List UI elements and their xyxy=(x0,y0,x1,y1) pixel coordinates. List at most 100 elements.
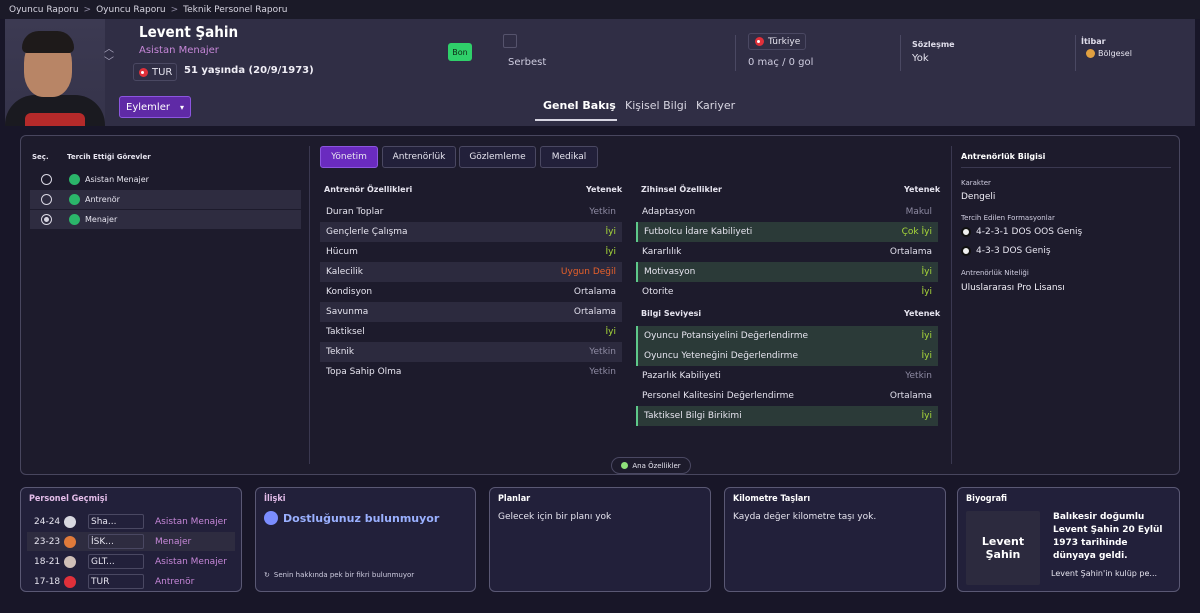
role-icon xyxy=(69,214,80,225)
radio-button[interactable] xyxy=(41,194,52,205)
attribute-row[interactable]: Adaptasyon Makul xyxy=(636,202,938,222)
milestones-card[interactable]: Kilometre Taşları Kayda değer kilometre … xyxy=(724,487,946,592)
attribute-row[interactable]: Motivasyon İyi xyxy=(636,262,938,282)
actions-button[interactable]: Eylemler ▾ xyxy=(119,96,191,118)
role-row[interactable]: Menajer xyxy=(30,210,301,229)
attribute-row[interactable]: Personel Kalitesini Değerlendirme Ortalam… xyxy=(636,386,938,406)
nationality-badge[interactable]: TUR xyxy=(133,63,177,81)
attribute-row[interactable]: Oyuncu Yeteneğini Değerlendirme İyi xyxy=(636,346,938,366)
breadcrumb-item[interactable]: Teknik Personel Raporu xyxy=(183,5,287,15)
employment-status: Serbest xyxy=(508,57,547,68)
coaching-info-title: Antrenörlük Bilgisi xyxy=(961,152,1046,161)
attribute-row[interactable]: Hücum İyi xyxy=(320,242,622,262)
attribute-name: Kondisyon xyxy=(326,287,373,297)
football-icon xyxy=(961,227,971,237)
relationship-icon xyxy=(264,511,278,525)
attribute-row[interactable]: Oyuncu Potansiyelini Değerlendirme İyi xyxy=(636,326,938,346)
attribute-value: Çok İyi xyxy=(901,227,932,237)
subtab-coaching[interactable]: Antrenörlük xyxy=(382,146,456,168)
tab-career[interactable]: Kariyer xyxy=(696,99,735,112)
attribute-name: Motivasyon xyxy=(644,267,696,277)
attribute-value: Ortalama xyxy=(573,307,616,317)
relationship-sub-text: Senin hakkında pek bir fikri bulunmuyor xyxy=(273,571,415,579)
formations-label: Tercih Edilen Formasyonlar xyxy=(961,214,1055,222)
attribute-row[interactable]: Kondisyon Ortalama xyxy=(320,282,622,302)
tab-personal-info[interactable]: Kişisel Bilgi xyxy=(625,99,687,112)
breadcrumb-item[interactable]: Oyuncu Raporu xyxy=(96,5,166,15)
breadcrumb-item[interactable]: Oyuncu Raporu xyxy=(9,5,79,15)
attribute-row[interactable]: Savunma Ortalama xyxy=(320,302,622,322)
attribute-row[interactable]: Taktiksel İyi xyxy=(320,322,622,342)
attribute-row[interactable]: Topa Sahip Olma Yetkin xyxy=(320,362,622,382)
role-label: Asistan Menajer xyxy=(85,175,149,184)
attribute-row[interactable]: Kararlılık Ortalama xyxy=(636,242,938,262)
divider xyxy=(735,35,736,71)
biography-snippet: Levent Şahin'in kulüp pe... xyxy=(1051,569,1158,578)
contract-value: Yok xyxy=(912,53,929,64)
history-row[interactable]: 17-18 TUR Antrenör xyxy=(27,572,235,591)
reputation-value: Bölgesel xyxy=(1086,49,1132,58)
role-label: Menajer xyxy=(85,215,118,224)
attribute-value: İyi xyxy=(921,287,932,297)
ability-column-header: Yetenek xyxy=(904,185,941,194)
history-club[interactable]: İSK... xyxy=(88,534,144,549)
history-row[interactable]: 23-23 İSK... Menajer xyxy=(27,532,235,551)
refresh-icon: ↻ xyxy=(264,571,270,579)
attribute-row[interactable]: Futbolcu İdare Kabiliyeti Çok İyi xyxy=(636,222,938,242)
card-title: İlişki xyxy=(264,494,286,504)
history-row[interactable]: 24-24 Sha... Asistan Menajer xyxy=(27,512,235,531)
tab-overview[interactable]: Genel Bakış xyxy=(543,99,616,112)
role-row[interactable]: Asistan Menajer xyxy=(30,170,301,189)
attribute-row[interactable]: Teknik Yetkin xyxy=(320,342,622,362)
history-row[interactable]: 18-21 GLT... Asistan Menajer xyxy=(27,552,235,571)
attribute-row[interactable]: Taktiksel Bilgi Birikimi İyi xyxy=(636,406,938,426)
subtab-scouting[interactable]: Gözlemleme xyxy=(459,146,536,168)
plans-card[interactable]: Planlar Gelecek için bir planı yok xyxy=(489,487,711,592)
knowledge-header: Bilgi Seviyesi xyxy=(641,309,702,318)
reputation-label: İtibar xyxy=(1081,37,1106,46)
attribute-name: Topa Sahip Olma xyxy=(326,367,402,377)
role-row[interactable]: Antrenör xyxy=(30,190,301,209)
attribute-name: Oyuncu Potansiyelini Değerlendirme xyxy=(644,331,809,341)
character-value: Dengeli xyxy=(961,192,996,202)
milestones-text: Kayda değer kilometre taşı yok. xyxy=(733,512,877,522)
contract-label: Sözleşme xyxy=(912,40,955,49)
attribute-row[interactable]: Kalecilik Uygun Değil xyxy=(320,262,622,282)
history-years: 17-18 xyxy=(34,576,61,587)
attribute-name: Taktiksel xyxy=(326,327,365,337)
attribute-name: Teknik xyxy=(326,347,355,357)
attribute-row[interactable]: Duran Toplar Yetkin xyxy=(320,202,622,222)
attribute-value: Ortalama xyxy=(573,287,616,297)
formation-label: 4-3-3 DOS Geniş xyxy=(976,246,1051,256)
attribute-name: Oyuncu Yeteneğini Değerlendirme xyxy=(644,351,798,361)
card-title: Planlar xyxy=(498,494,531,504)
attribute-value: İyi xyxy=(921,351,932,361)
attribute-row[interactable]: Otorite İyi xyxy=(636,282,938,302)
national-team-badge[interactable]: Türkiye xyxy=(748,33,806,50)
attribute-value: İyi xyxy=(605,247,616,257)
nationality-code: TUR xyxy=(152,66,173,78)
football-icon xyxy=(961,246,971,256)
attribute-name: Duran Toplar xyxy=(326,207,384,217)
formation-item: 4-3-3 DOS Geniş xyxy=(961,246,1051,256)
attribute-name: Kararlılık xyxy=(642,247,682,257)
attribute-value: Ortalama xyxy=(889,391,932,401)
history-club[interactable]: Sha... xyxy=(88,514,144,529)
divider xyxy=(309,146,310,464)
chevron-down-icon[interactable]: ﹀ xyxy=(104,53,114,68)
attribute-name: Personel Kalitesini Değerlendirme xyxy=(642,391,794,401)
subtab-medical[interactable]: Medikal xyxy=(540,146,598,168)
attribute-row[interactable]: Gençlerle Çalışma İyi xyxy=(320,222,622,242)
radio-button-selected[interactable] xyxy=(41,214,52,225)
person-name: Levent Şahin xyxy=(139,23,239,41)
attribute-value: Makul xyxy=(905,207,932,217)
select-column-header: Seç. xyxy=(32,153,49,161)
subtab-management[interactable]: Yönetim xyxy=(320,146,378,168)
biography-image: Levent Şahin xyxy=(966,511,1040,585)
history-club[interactable]: TUR xyxy=(88,574,144,589)
radio-button[interactable] xyxy=(41,174,52,185)
attribute-row[interactable]: Pazarlık Kabiliyeti Yetkin xyxy=(636,366,938,386)
history-club[interactable]: GLT... xyxy=(88,554,144,569)
chevron-right-icon: > xyxy=(170,4,179,15)
history-role: Asistan Menajer xyxy=(155,516,227,527)
